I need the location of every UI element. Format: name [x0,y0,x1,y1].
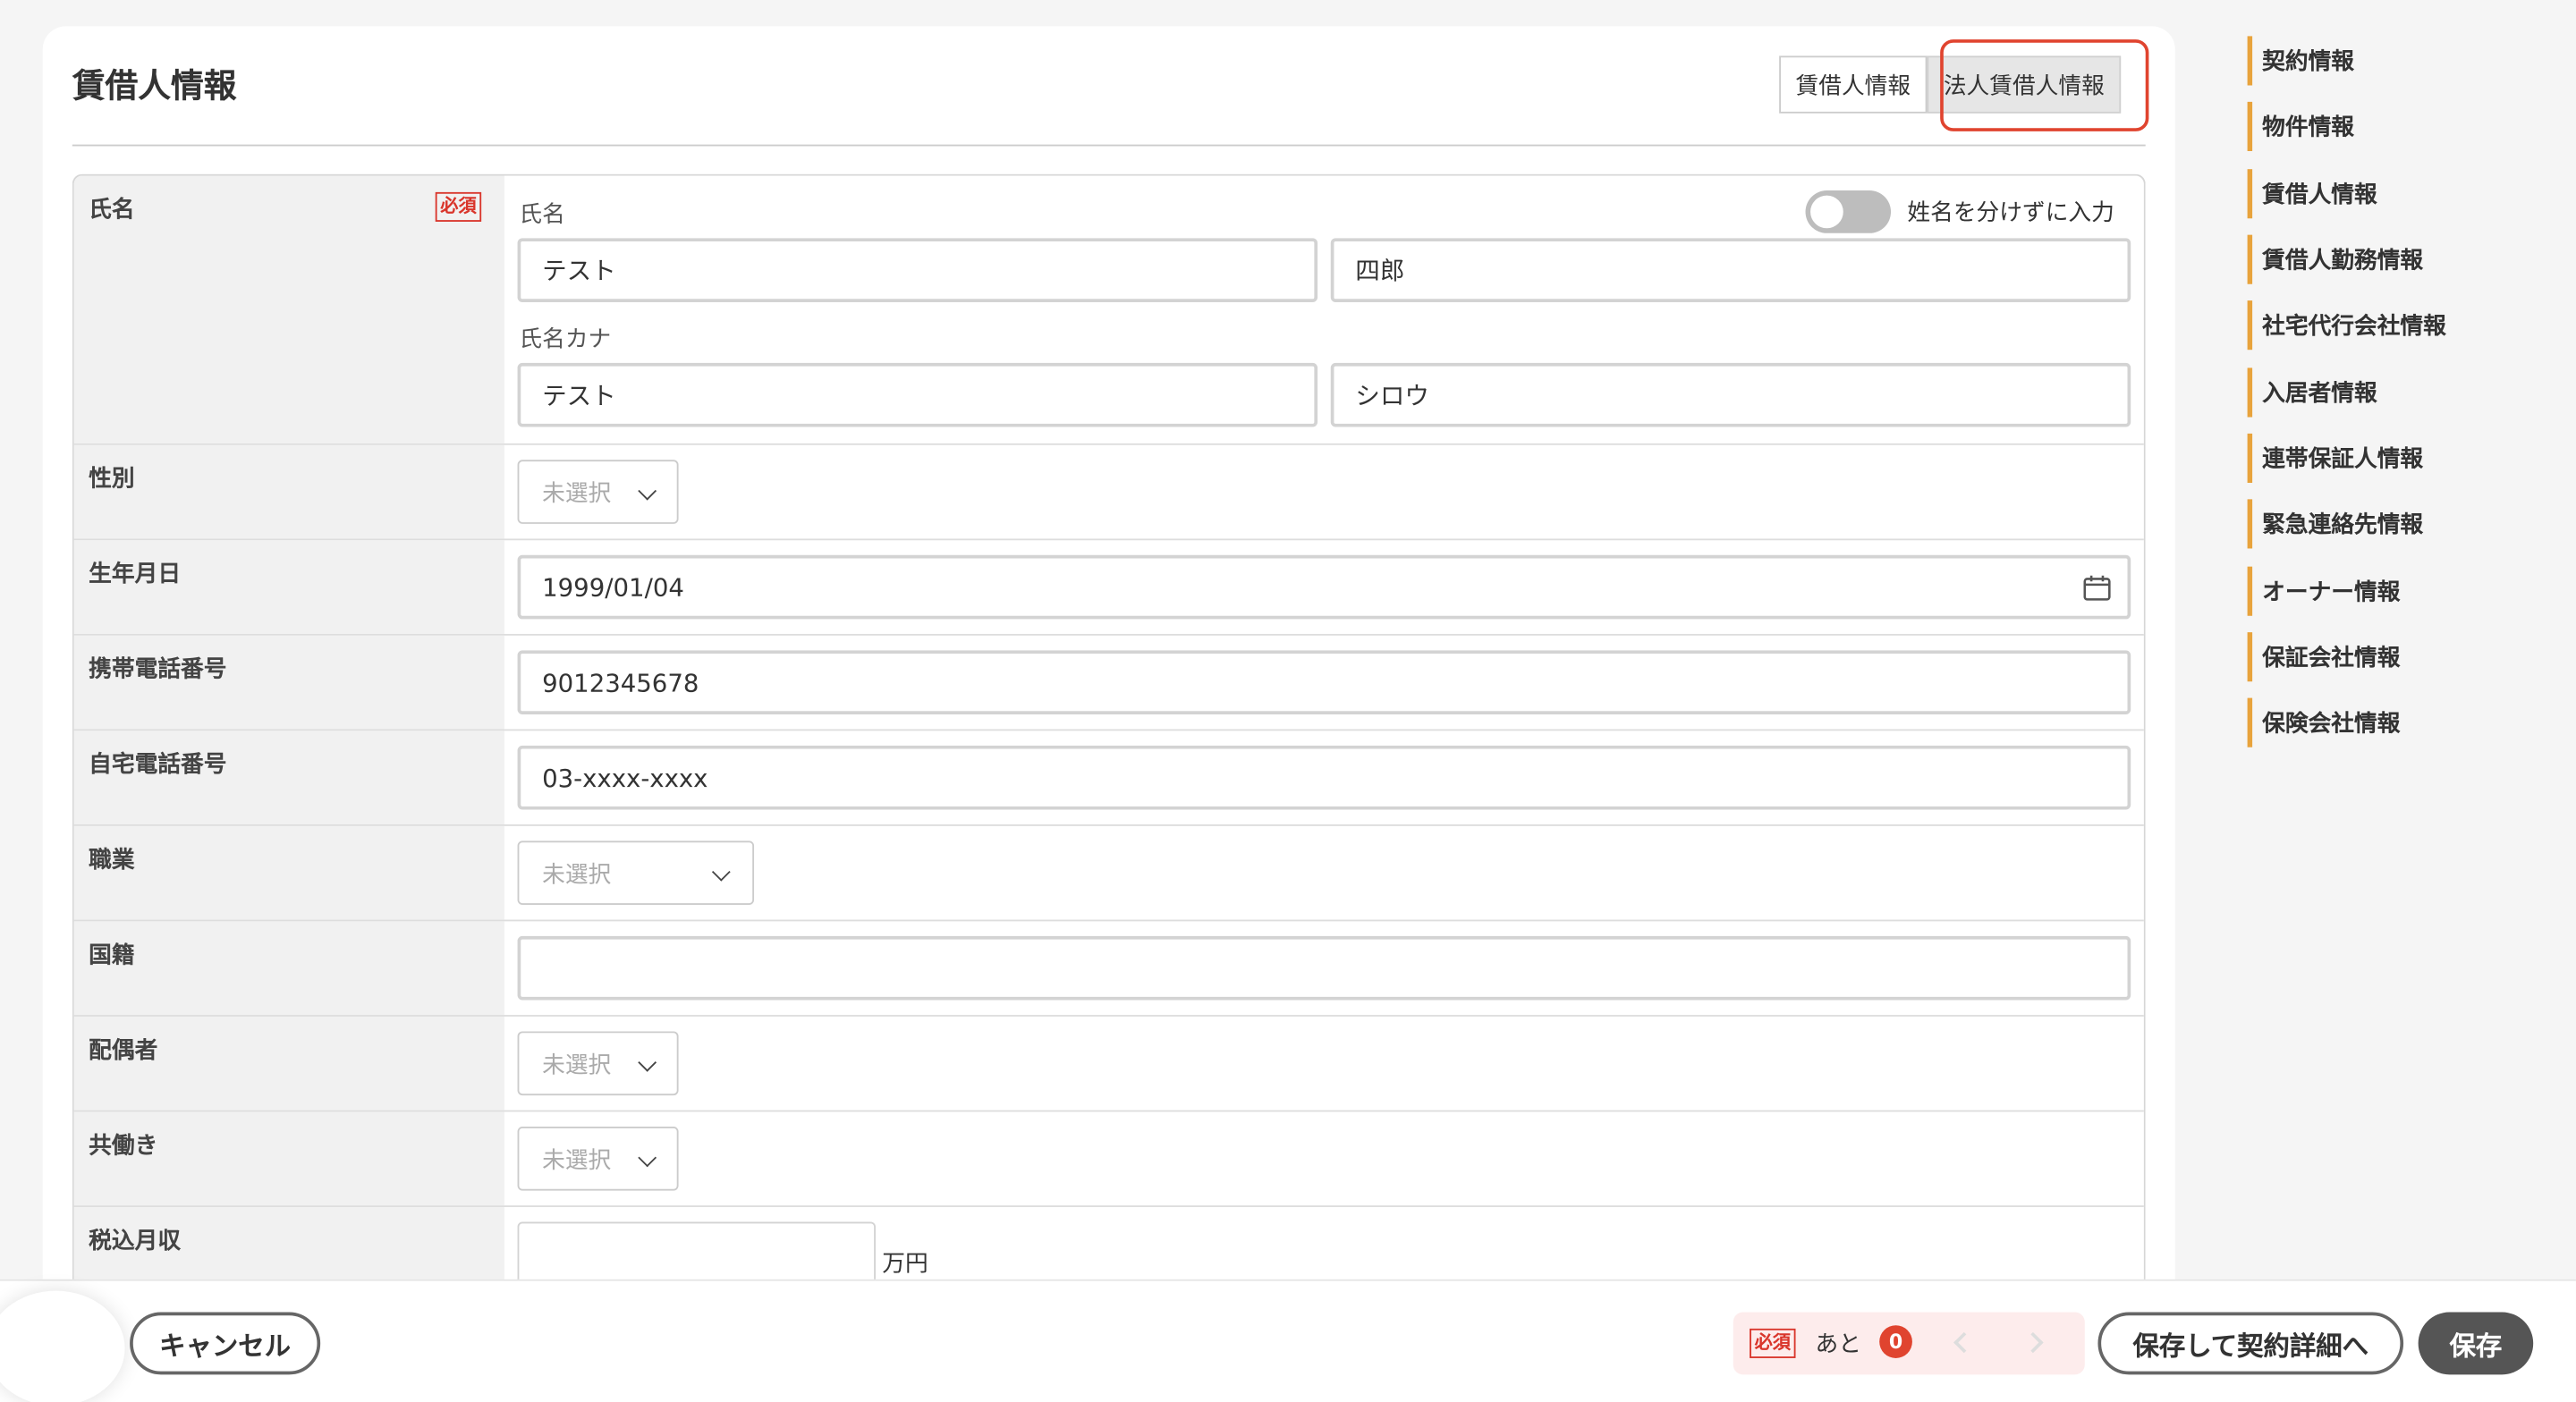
row-home-phone: 自宅電話番号 03-xxxx-xxxx [73,731,2144,826]
tenant-info-card: 賃借人情報 賃借人情報 法人賃借人情報 氏名 必須 氏名 姓名を分けずに入力 テ… [42,26,2175,1340]
first-name-input[interactable]: 四郎 [1330,238,2131,302]
chevron-left-icon[interactable] [1953,1331,1975,1354]
row-birthdate: 生年月日 1999/01/04 [73,540,2144,636]
chevron-down-icon [711,861,731,881]
required-remaining-indicator: 必須 あと 0 [1733,1312,2085,1375]
nationality-label: 国籍 [89,942,135,969]
name-kana-sub-label: 氏名カナ [519,326,612,353]
home-phone-label: 自宅電話番号 [89,752,227,779]
chevron-down-icon [638,480,657,500]
birthdate-label: 生年月日 [89,562,182,588]
toggle-knob [1810,195,1843,229]
floating-circle-button[interactable] [0,1290,125,1402]
first-name-kana-input[interactable]: シロウ [1330,362,2131,427]
chevron-right-icon[interactable] [2022,1331,2044,1354]
nav-item-occupant[interactable]: 入居者情報 [2247,367,2544,418]
tab-tenant-info[interactable]: 賃借人情報 [1779,55,1928,114]
name-label: 氏名 [89,197,135,224]
page-title: 賃借人情報 [72,65,237,106]
remaining-count-badge: 0 [1879,1325,1912,1358]
save-button[interactable]: 保存 [2418,1312,2534,1375]
row-occupation: 職業 未選択 [73,825,2144,922]
dual-income-label: 共働き [89,1133,158,1160]
row-mobile-phone: 携帯電話番号 9012345678 [73,635,2144,731]
chevron-down-icon [638,1052,657,1071]
nav-item-tenant-employment[interactable]: 賃借人勤務情報 [2247,234,2544,284]
name-sub-label: 氏名 [519,201,565,229]
row-dual-income: 共働き 未選択 [73,1111,2144,1207]
nav-item-guarantee-company[interactable]: 保証会社情報 [2247,632,2544,682]
spouse-label: 配偶者 [89,1037,158,1065]
dual-income-select-value: 未選択 [542,1146,612,1174]
nav-item-contract[interactable]: 契約情報 [2247,36,2544,86]
chevron-down-icon [638,1147,657,1167]
nav-item-guarantor[interactable]: 連帯保証人情報 [2247,433,2544,483]
nav-item-owner[interactable]: オーナー情報 [2247,566,2544,616]
monthly-income-unit: 万円 [882,1251,928,1278]
dual-income-select[interactable]: 未選択 [517,1126,679,1191]
nav-item-emergency-contact[interactable]: 緊急連絡先情報 [2247,499,2544,549]
gender-select-value: 未選択 [542,480,612,507]
occupation-select-value: 未選択 [542,861,612,888]
nav-item-insurance-company[interactable]: 保険会社情報 [2247,697,2544,747]
name-split-toggle-label: 姓名を分けずに入力 [1907,200,2114,227]
mobile-phone-label: 携帯電話番号 [89,656,227,684]
home-phone-input[interactable]: 03-xxxx-xxxx [517,745,2131,810]
cancel-button[interactable]: キャンセル [130,1312,321,1375]
name-split-toggle[interactable] [1805,190,1892,233]
occupation-label: 職業 [89,847,135,874]
last-name-kana-input[interactable]: テスト [517,362,1318,427]
nav-item-housing-agency[interactable]: 社宅代行会社情報 [2247,300,2544,350]
title-divider [72,144,2146,147]
nav-item-tenant[interactable]: 賃借人情報 [2247,169,2544,219]
tenant-type-tabs: 賃借人情報 法人賃借人情報 [1779,55,2122,114]
row-nationality: 国籍 [73,921,2144,1017]
nav-item-property[interactable]: 物件情報 [2247,101,2544,151]
tab-corporate-tenant-info[interactable]: 法人賃借人情報 [1927,55,2122,114]
remaining-prefix: あと [1815,1331,1861,1358]
save-and-go-to-detail-button[interactable]: 保存して契約詳細へ [2097,1312,2404,1375]
row-spouse: 配偶者 未選択 [73,1016,2144,1112]
birthdate-input[interactable]: 1999/01/04 [517,554,2131,620]
calendar-icon[interactable] [2083,574,2111,600]
birthdate-value: 1999/01/04 [542,572,684,603]
monthly-income-label: 税込月収 [89,1228,182,1255]
last-name-input[interactable]: テスト [517,238,1318,302]
spouse-select-value: 未選択 [542,1052,612,1078]
row-name: 氏名 必須 氏名 姓名を分けずに入力 テスト 四郎 氏名カナ テスト シロウ [73,175,2144,445]
gender-label: 性別 [89,466,135,494]
required-badge: 必須 [435,191,482,222]
occupation-select[interactable]: 未選択 [517,840,755,906]
spouse-select[interactable]: 未選択 [517,1031,679,1096]
required-badge: 必須 [1750,1328,1796,1358]
monthly-income-input[interactable] [517,1221,876,1287]
footer-action-bar: キャンセル 必須 あと 0 保存して契約詳細へ 保存 [0,1279,2576,1402]
nationality-input[interactable] [517,935,2131,1001]
gender-select[interactable]: 未選択 [517,460,679,524]
row-gender: 性別 未選択 [73,444,2144,541]
tenant-form: 氏名 必須 氏名 姓名を分けずに入力 テスト 四郎 氏名カナ テスト シロウ 性… [72,173,2146,1340]
mobile-phone-input[interactable]: 9012345678 [517,650,2131,714]
